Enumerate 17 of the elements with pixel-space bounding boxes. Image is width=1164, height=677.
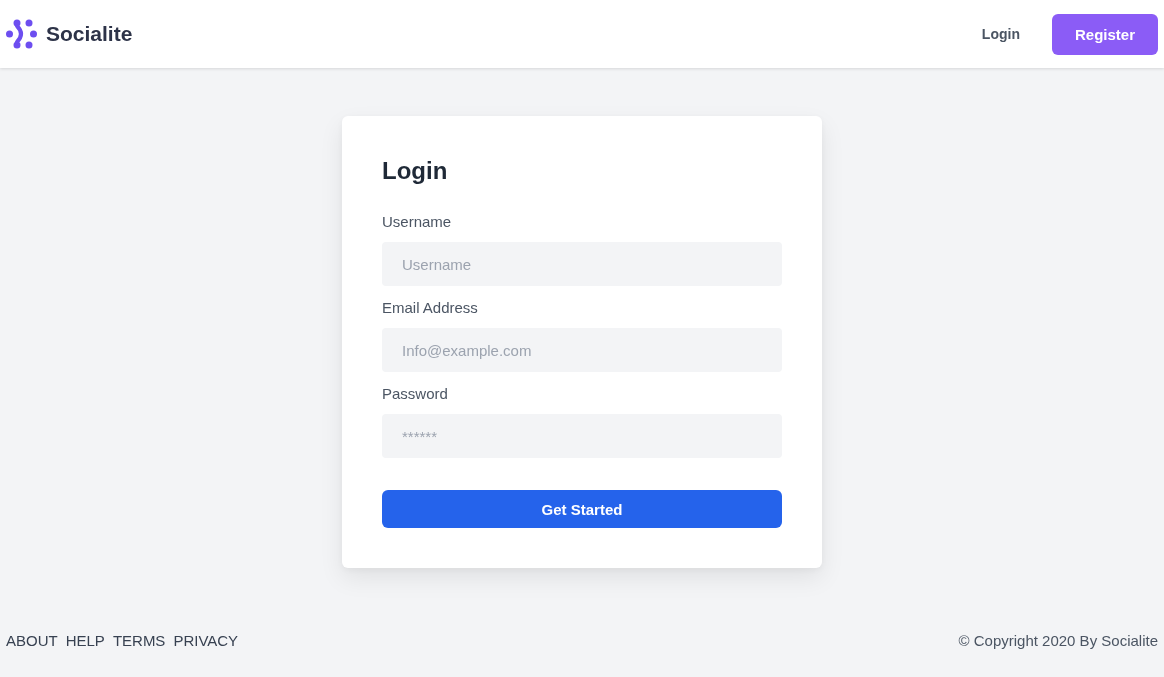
field-label: Password xyxy=(382,384,448,404)
brand-name: Socialite xyxy=(46,22,133,46)
field-label: Email Address xyxy=(382,298,478,318)
field-label: Username xyxy=(382,212,452,232)
footer-link[interactable]: PRIVACY xyxy=(173,631,239,651)
form-title: Login xyxy=(382,156,449,186)
get-started-button[interactable]: Get Started xyxy=(382,490,782,528)
footer-link[interactable]: TERMS xyxy=(112,631,166,651)
logo-icon xyxy=(6,19,37,49)
input-field[interactable]: ****** xyxy=(382,414,782,458)
footer-link[interactable]: HELP xyxy=(65,631,105,651)
input-field[interactable]: Info@example.com xyxy=(382,328,782,372)
register-button[interactable]: Register xyxy=(1051,13,1158,55)
input-field[interactable]: Username xyxy=(382,242,782,286)
copyright-text: © Copyright 2020 By Socialite xyxy=(958,631,1158,651)
footer-link[interactable]: ABOUT xyxy=(6,631,58,651)
login-link[interactable]: Login xyxy=(981,26,1020,42)
